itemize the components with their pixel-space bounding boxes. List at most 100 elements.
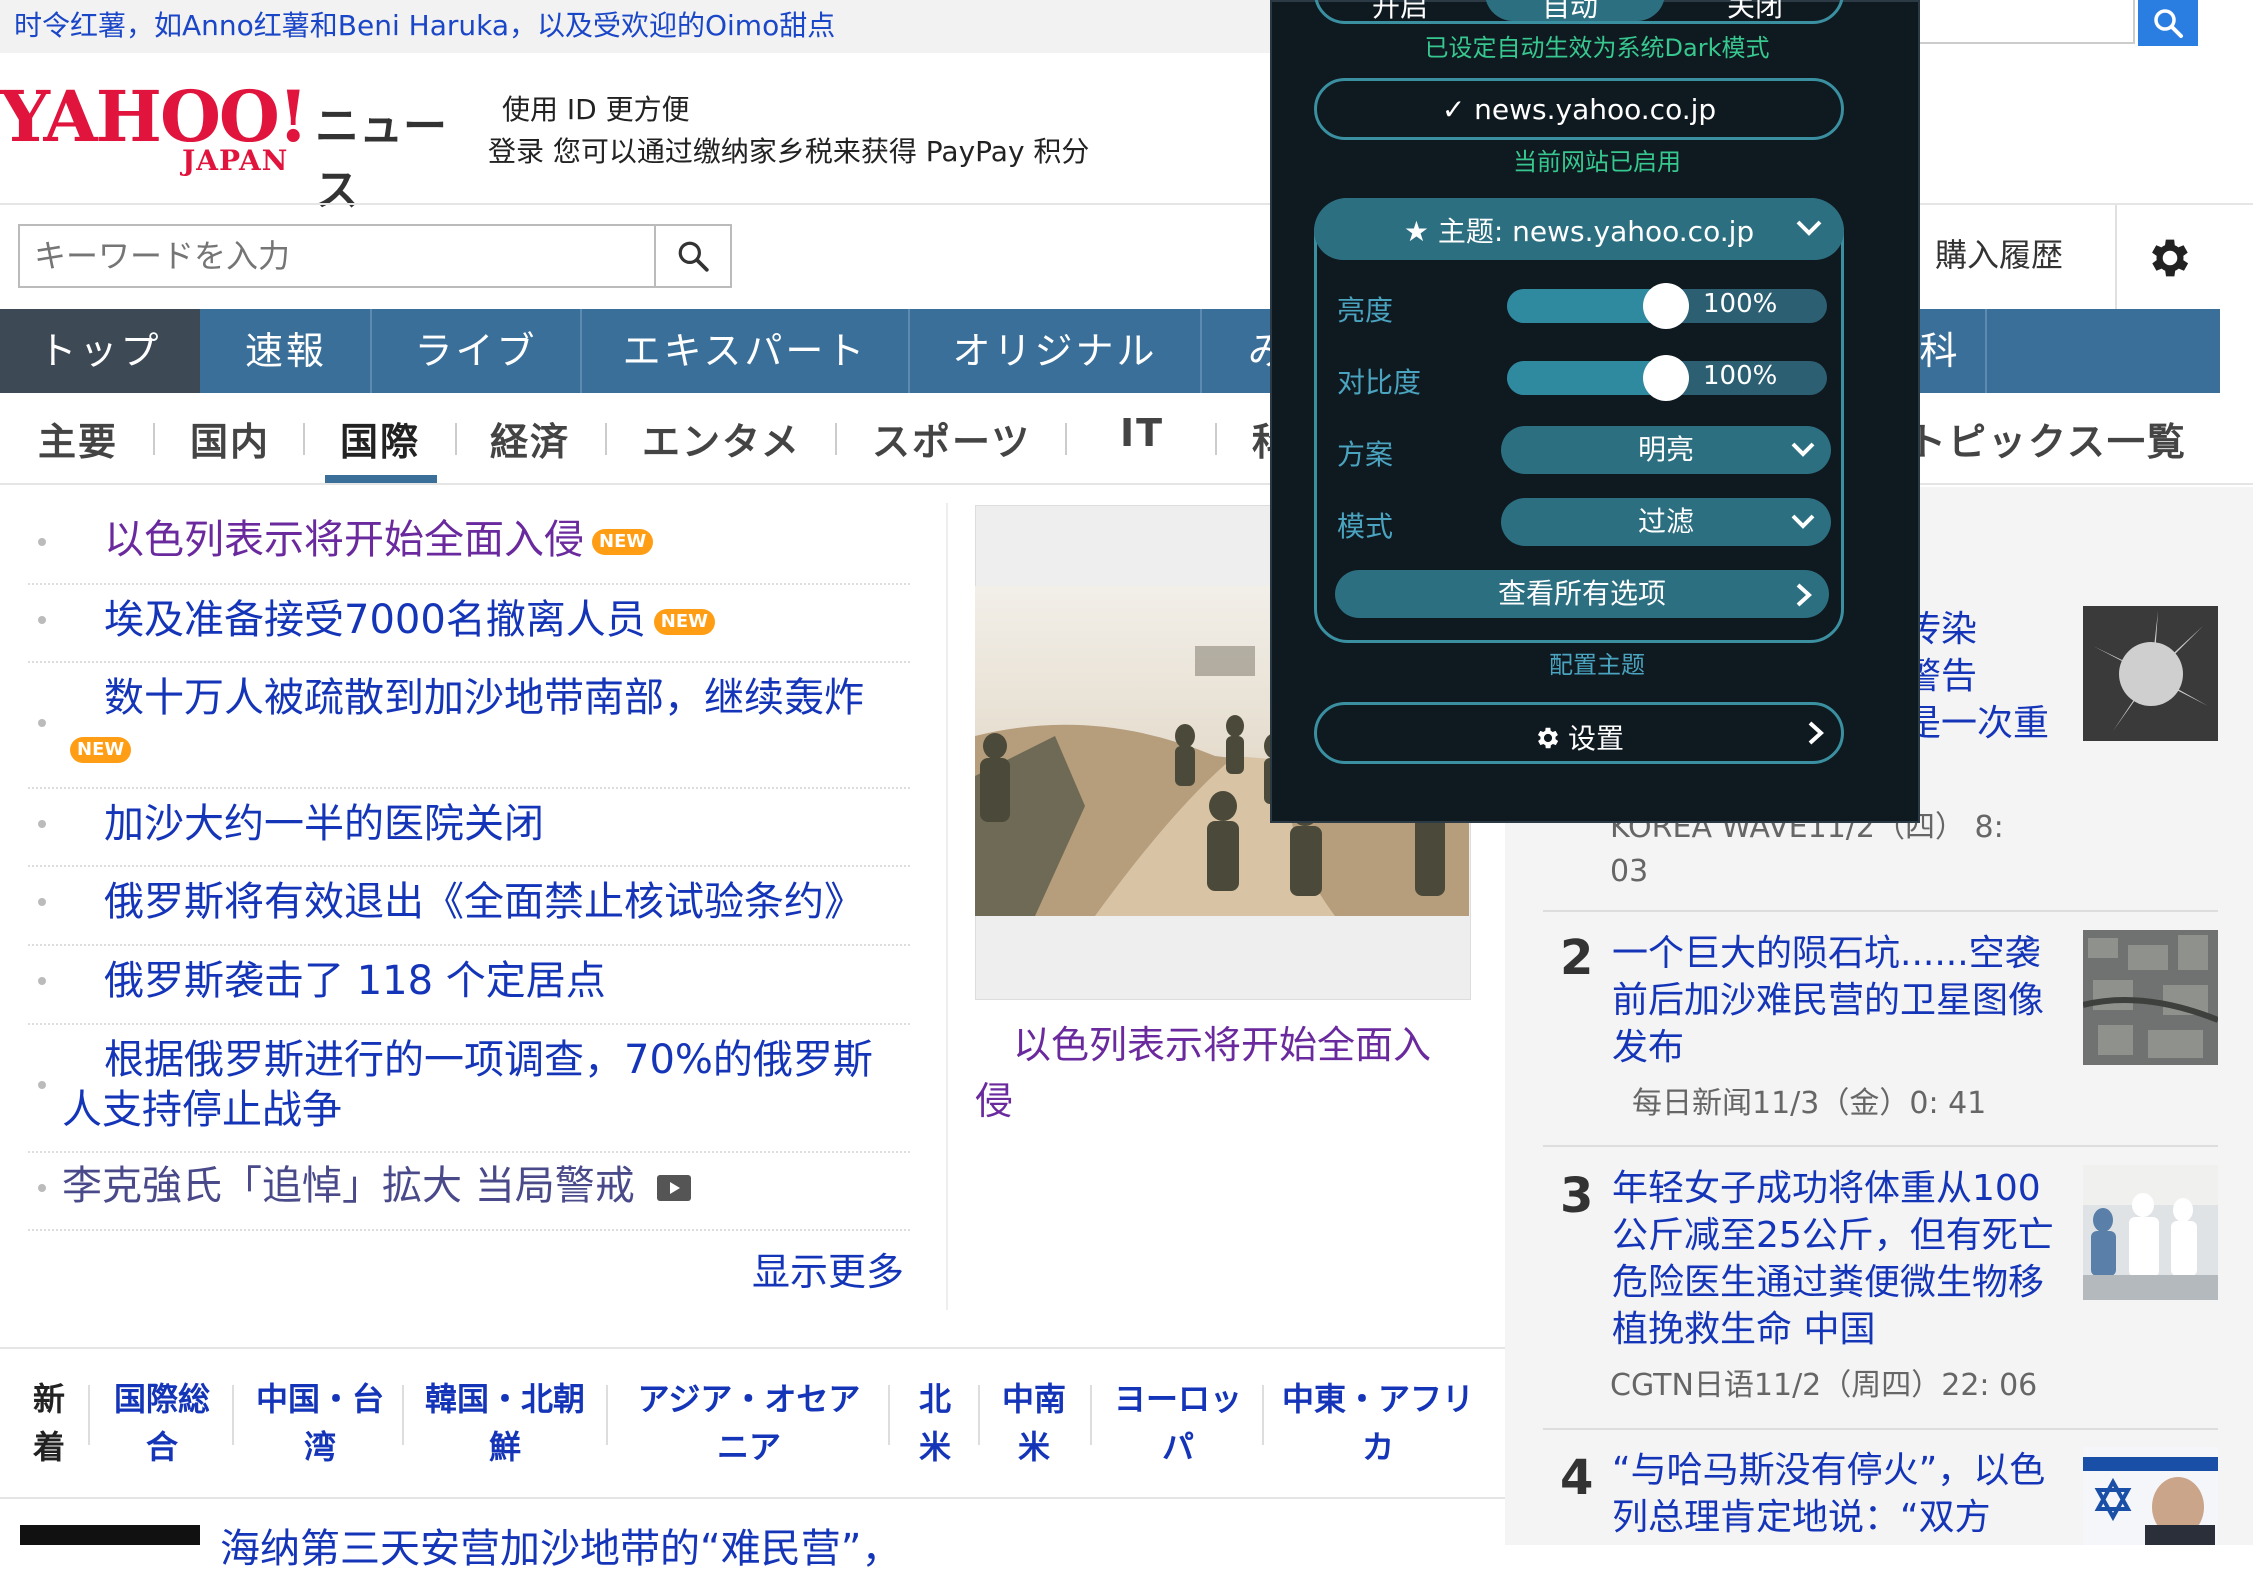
chevron-right-icon: [1796, 583, 1812, 607]
subnav-economy[interactable]: 経済: [490, 411, 570, 466]
region-europe[interactable]: ヨーロッパ: [1108, 1375, 1248, 1471]
nav-breaking[interactable]: 速報: [202, 309, 370, 393]
login-promo-desc[interactable]: 登录 您可以通过缴纳家乡税来获得 PayPay 积分: [488, 130, 1089, 170]
nav-top[interactable]: トップ: [0, 309, 200, 393]
logo-yahoo-text: YAHOO!: [0, 75, 309, 158]
mode-auto-option[interactable]: 自动: [1542, 0, 1598, 21]
subnav-it[interactable]: IT: [1120, 411, 1164, 455]
region-asia-oceania[interactable]: アジア・オセアニア: [624, 1375, 874, 1471]
brightness-slider[interactable]: 100%: [1507, 283, 1827, 329]
chevron-down-icon: [1791, 514, 1815, 529]
show-more-link[interactable]: 显示更多: [752, 1241, 904, 1296]
region-north-america[interactable]: 北米: [910, 1375, 960, 1471]
ranking-source: 每日新闻11/3（金）0: 41: [1632, 1086, 1987, 1121]
bullet: [38, 898, 46, 906]
gear-icon: [2152, 239, 2189, 277]
new-badge: NEW: [70, 737, 132, 763]
search-button[interactable]: [654, 224, 732, 288]
headline-label: 埃及准备接受7000名撤离人员: [104, 597, 646, 643]
region-latin-america[interactable]: 中南米: [996, 1375, 1072, 1471]
region-korea[interactable]: 韓国・北朝鮮: [420, 1375, 590, 1471]
brightness-knob[interactable]: [1643, 283, 1689, 329]
theme-header-label: ★ 主题: news.yahoo.co.jp: [1403, 215, 1755, 248]
subnav-topics-list[interactable]: トピックス一覧: [1908, 411, 2187, 466]
top-search-button[interactable]: [2138, 0, 2198, 46]
headline-label: 俄罗斯袭击了 118 个定居点: [104, 958, 606, 1004]
brightness-value: 100%: [1703, 289, 1778, 319]
headline-item[interactable]: 数十万人被疏散到加沙地带南部，继续轰炸 NEW: [28, 661, 910, 789]
scheme-select[interactable]: 明亮: [1501, 426, 1831, 474]
headline-item[interactable]: 李克強氏「追悼」拡大 当局警戒: [28, 1151, 910, 1231]
login-promo-title[interactable]: 使用 ID 更方便: [502, 88, 690, 128]
site-logo[interactable]: YAHOO! JAPAN ニュース: [0, 75, 480, 217]
headline-item[interactable]: 埃及准备接受7000名撤离人员 NEW: [28, 583, 910, 663]
headline-item[interactable]: 以色列表示将开始全面入侵 NEW: [28, 505, 910, 585]
ranking-title[interactable]: 传染 警告 是一次重: [1905, 606, 2075, 747]
news-thumbnail[interactable]: [20, 1525, 200, 1545]
ranking-thumbnail[interactable]: [2083, 1447, 2218, 1545]
ranking-title[interactable]: 一个巨大的陨石坑......空袭前后加沙难民营的卫星图像发布: [1612, 930, 2052, 1071]
headline-label: 根据俄罗斯进行的一项调查，70%的俄罗斯人支持停止战争: [62, 1037, 873, 1133]
ranking-thumbnail[interactable]: [2083, 930, 2218, 1065]
mode-label: 模式: [1337, 510, 1394, 543]
bullet: [38, 820, 46, 828]
region-china-taiwan[interactable]: 中国・台湾: [250, 1375, 390, 1471]
nav-live[interactable]: ライブ: [372, 309, 580, 393]
all-options-button[interactable]: 查看所有选项: [1335, 570, 1829, 618]
nav-expert[interactable]: エキスパート: [582, 309, 908, 393]
ranking-number: 3: [1560, 1168, 1594, 1224]
headline-text: 以色列表示将开始全面入侵 NEW: [104, 515, 654, 565]
mode-select[interactable]: 过滤: [1501, 498, 1831, 546]
headline-label: 俄罗斯将有效退出《全面禁止核试验条约》: [104, 879, 864, 925]
purchase-history-link[interactable]: 購入履歴: [1935, 230, 2063, 276]
config-theme-link[interactable]: 配置主题: [1272, 645, 1922, 680]
ranking-title[interactable]: 年轻女子成功将体重从100公斤减至25公斤，但有死亡危险医生通过粪便微生物移植挽…: [1612, 1165, 2074, 1353]
nav-original[interactable]: オリジナル: [910, 309, 1200, 393]
feature-caption-text: 以色列表示将开始全面入侵: [975, 1023, 1432, 1123]
contrast-knob[interactable]: [1643, 355, 1689, 401]
divider: [1543, 1145, 2218, 1147]
theme-header[interactable]: ★ 主题: news.yahoo.co.jp: [1314, 198, 1844, 260]
theme-panel: ★ 主题: news.yahoo.co.jp 亮度 100% 对比度 100% …: [1314, 198, 1844, 643]
settings-button[interactable]: [2145, 233, 2195, 283]
search-icon: [2154, 9, 2183, 38]
subnav-international[interactable]: 国際: [340, 411, 420, 466]
logo-news-text: ニュース: [315, 101, 447, 216]
subnav-entertainment[interactable]: エンタメ: [642, 411, 801, 466]
subnav-main[interactable]: 主要: [38, 411, 118, 466]
ranking-number: 2: [1560, 930, 1594, 986]
divider: [455, 423, 457, 455]
headline-link[interactable]: 海纳第三天安营加沙地带的“难民营”，: [220, 1516, 901, 1574]
search-input[interactable]: [18, 224, 656, 288]
contrast-slider[interactable]: 100%: [1507, 355, 1827, 401]
headline-item[interactable]: 加沙大约一半的医院关闭: [28, 787, 910, 867]
subnav-domestic[interactable]: 国内: [190, 411, 270, 466]
search-icon: [678, 241, 709, 272]
region-middle-east-africa[interactable]: 中東・アフリカ: [1278, 1375, 1478, 1471]
subnav-sports[interactable]: スポーツ: [872, 411, 1031, 466]
mode-toggle: 开启 自动 关闭: [1314, 0, 1844, 24]
bullet: [38, 719, 46, 727]
promo-link[interactable]: 时令红薯，如Anno红薯和Beni Haruka，以及受欢迎的Oimo甜点: [14, 4, 835, 44]
divider: [232, 1385, 234, 1445]
feature-caption[interactable]: 以色列表示将开始全面入侵: [975, 1017, 1455, 1129]
mode-off-option[interactable]: 关闭: [1727, 0, 1783, 21]
region-new[interactable]: 新着: [24, 1375, 74, 1471]
ranking-thumbnail[interactable]: [2083, 606, 2218, 741]
scheme-value: 明亮: [1637, 433, 1694, 466]
site-toggle-button[interactable]: ✓ news.yahoo.co.jp: [1314, 78, 1844, 140]
headline-item[interactable]: 俄罗斯将有效退出《全面禁止核试验条约》: [28, 865, 910, 946]
chevron-down-icon: [1796, 220, 1822, 236]
divider: [88, 1385, 90, 1445]
settings-button[interactable]: 设置: [1314, 702, 1844, 764]
headline-item[interactable]: 俄罗斯袭击了 118 个定居点: [28, 944, 910, 1025]
ranking-number: 4: [1560, 1450, 1594, 1506]
divider: [1262, 1385, 1264, 1445]
mode-on-option[interactable]: 开启: [1372, 0, 1428, 21]
ranking-thumbnail[interactable]: [2083, 1165, 2218, 1300]
divider: [1215, 423, 1217, 455]
logo-japan-text: JAPAN: [182, 144, 289, 177]
headline-item[interactable]: 根据俄罗斯进行的一项调查，70%的俄罗斯人支持停止战争: [28, 1023, 910, 1153]
region-intl-general[interactable]: 国際総合: [108, 1375, 216, 1471]
ranking-title[interactable]: “与哈马斯没有停火”，以色列总理肯定地说：“双方: [1612, 1447, 2072, 1545]
